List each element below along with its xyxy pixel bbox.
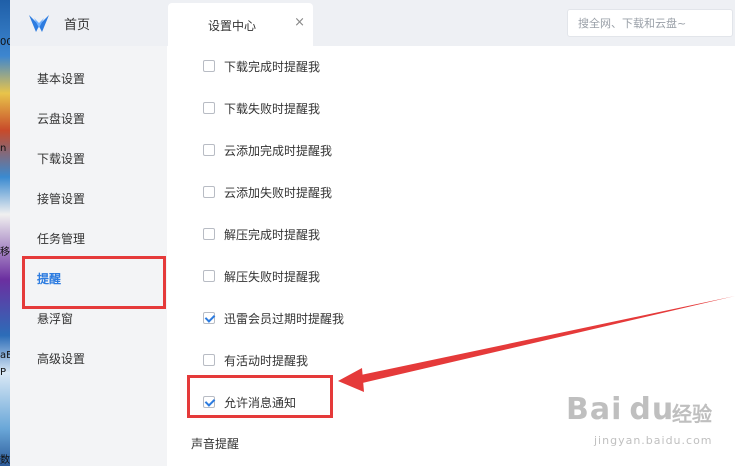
- settings-content: 下载完成时提醒我 下载失败时提醒我 云添加完成时提醒我 云添加失败时提醒我 解压…: [167, 46, 735, 466]
- option-cloud-add-complete[interactable]: 云添加完成时提醒我: [203, 142, 332, 158]
- sidebar-item-advanced-settings[interactable]: 高级设置: [10, 339, 167, 379]
- sidebar-item-cloud-settings[interactable]: 云盘设置: [10, 99, 167, 139]
- option-label: 下载完成时提醒我: [224, 59, 321, 74]
- thunder-bird-logo-icon: [29, 15, 49, 32]
- option-vip-expiry[interactable]: 迅雷会员过期时提醒我: [203, 310, 344, 326]
- checkbox[interactable]: [203, 60, 215, 72]
- home-button[interactable]: 首页: [28, 12, 90, 34]
- option-label: 迅雷会员过期时提醒我: [224, 311, 345, 326]
- tab-label: 设置中心: [208, 19, 257, 33]
- option-allow-notifications[interactable]: 允许消息通知: [203, 394, 296, 410]
- close-icon[interactable]: ×: [294, 15, 305, 30]
- option-cloud-add-failed[interactable]: 云添加失败时提醒我: [203, 184, 332, 200]
- option-download-complete[interactable]: 下载完成时提醒我: [203, 58, 320, 74]
- option-activity[interactable]: 有活动时提醒我: [203, 352, 308, 368]
- sidebar-item-reminders[interactable]: 提醒: [10, 259, 167, 299]
- option-label: 下载失败时提醒我: [224, 101, 321, 116]
- sidebar-item-basic-settings[interactable]: 基本设置: [10, 59, 167, 99]
- checkbox[interactable]: [203, 228, 215, 240]
- search-input[interactable]: [568, 10, 728, 36]
- tab-settings-center[interactable]: 设置中心 ×: [168, 3, 313, 46]
- option-label: 有活动时提醒我: [224, 353, 309, 368]
- option-label: 云添加完成时提醒我: [224, 143, 333, 158]
- settings-sidebar: 基本设置 云盘设置 下载设置 接管设置 任务管理 提醒 悬浮窗 高级设置: [10, 46, 167, 466]
- checkbox-checked[interactable]: [203, 312, 215, 324]
- option-label: 允许消息通知: [224, 395, 297, 410]
- home-label: 首页: [64, 17, 91, 33]
- sidebar-item-download-settings[interactable]: 下载设置: [10, 139, 167, 179]
- checkbox[interactable]: [203, 354, 215, 366]
- desktop-fragment: n: [0, 143, 7, 154]
- top-bar: 首页 设置中心 ×: [10, 0, 735, 46]
- sidebar-item-task-management[interactable]: 任务管理: [10, 219, 167, 259]
- checkbox[interactable]: [203, 186, 215, 198]
- checkbox[interactable]: [203, 144, 215, 156]
- checkbox-checked[interactable]: [203, 396, 215, 408]
- desktop-fragment: 移: [0, 247, 10, 258]
- option-unzip-complete[interactable]: 解压完成时提醒我: [203, 226, 320, 242]
- option-label: 解压失败时提醒我: [224, 269, 321, 284]
- sidebar-item-floating-window[interactable]: 悬浮窗: [10, 299, 167, 339]
- option-label: 解压完成时提醒我: [224, 227, 321, 242]
- sidebar-item-takeover-settings[interactable]: 接管设置: [10, 179, 167, 219]
- sound-reminder-heading: 声音提醒: [191, 437, 240, 451]
- checkbox[interactable]: [203, 102, 215, 114]
- checkbox[interactable]: [203, 270, 215, 282]
- search-box: [567, 9, 733, 37]
- desktop-background-strip: 00 移 n aE P 数: [0, 0, 13, 466]
- option-label: 云添加失败时提醒我: [224, 185, 333, 200]
- option-download-failed[interactable]: 下载失败时提醒我: [203, 100, 320, 116]
- option-unzip-failed[interactable]: 解压失败时提醒我: [203, 268, 320, 284]
- desktop-fragment: P: [0, 367, 7, 378]
- desktop-fragment: 数: [0, 455, 10, 466]
